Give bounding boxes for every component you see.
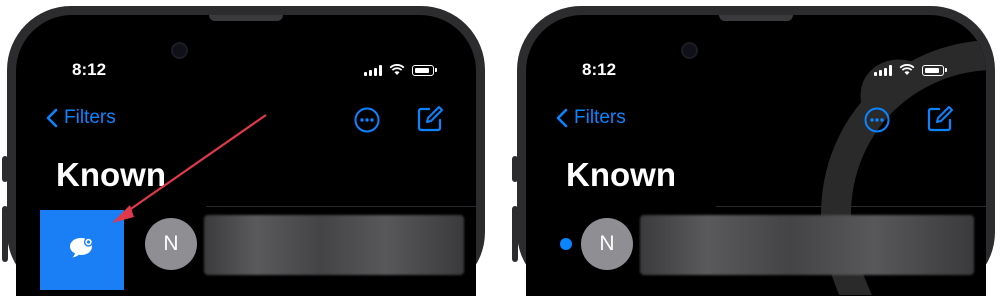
side-button	[512, 156, 518, 182]
screen: 8:12 Filters Known N	[526, 15, 986, 296]
back-button[interactable]: Filters	[556, 107, 626, 129]
unread-indicator	[560, 238, 572, 250]
redacted-message-preview	[640, 215, 974, 275]
side-button	[512, 206, 518, 262]
signal-icon	[874, 64, 892, 76]
chevron-left-icon	[556, 108, 568, 128]
divider	[716, 206, 986, 207]
compose-button[interactable]	[926, 105, 954, 133]
back-label: Filters	[574, 107, 626, 128]
battery-icon	[922, 64, 947, 76]
side-button	[2, 206, 8, 262]
screen: 8:12 Filters Known N	[16, 15, 476, 296]
conversation-row[interactable]: N	[526, 210, 986, 290]
page-title: Known	[566, 156, 676, 193]
phone-right: 8:12 Filters Known N	[512, 6, 995, 296]
status-time: 8:12	[582, 60, 617, 79]
compose-icon	[927, 106, 953, 132]
avatar: N	[581, 218, 633, 270]
side-button	[2, 156, 8, 182]
arrow-annotation	[112, 114, 267, 223]
wifi-icon	[899, 64, 915, 75]
ellipsis-circle-icon	[864, 107, 890, 133]
status-icons	[874, 64, 947, 76]
phone-left: 8:12 Filters Known N	[2, 6, 485, 296]
more-button[interactable]	[864, 107, 890, 133]
